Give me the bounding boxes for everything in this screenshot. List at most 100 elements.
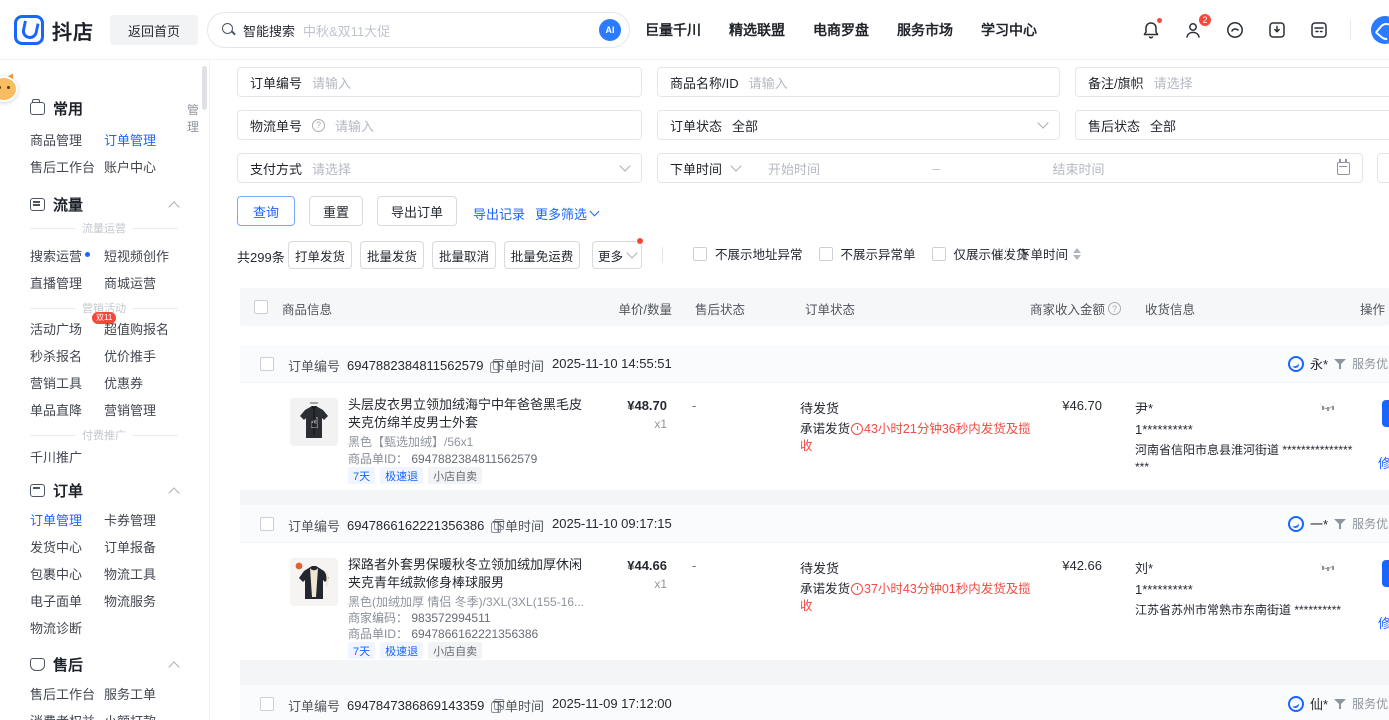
filter-pay-method[interactable]: 支付方式 请选择	[237, 153, 642, 183]
eye-off-icon[interactable]	[1320, 560, 1336, 570]
sidebar-item-marketing-manage[interactable]: 营销管理	[104, 400, 178, 419]
filter-extra-cutoff[interactable]	[1377, 153, 1389, 183]
notification-bell-icon[interactable]	[1140, 19, 1162, 41]
ship-button[interactable]	[1382, 400, 1389, 427]
print-ship-button[interactable]: 打单发货	[288, 241, 352, 269]
buyer-name[interactable]: 仙*	[1310, 694, 1328, 713]
order-checkbox[interactable]	[260, 357, 274, 371]
filter-order-status[interactable]: 订单状态 全部	[657, 110, 1060, 140]
filter-funnel-icon[interactable]	[1334, 358, 1346, 370]
order-checkbox[interactable]	[260, 517, 274, 531]
export-order-button[interactable]: 导出订单	[377, 196, 457, 226]
sidebar-item-service-ticket[interactable]: 服务工单	[104, 684, 178, 703]
batch-cancel-button[interactable]: 批量取消	[432, 241, 496, 269]
nav-compass[interactable]: 电商罗盘	[813, 20, 869, 40]
nav-qianchuan[interactable]: 巨量千川	[645, 20, 701, 40]
storefront-icon[interactable]	[1308, 19, 1330, 41]
sidebar-item-product-manage[interactable]: 商品管理	[30, 130, 104, 149]
sidebar-item-super-value[interactable]: 超值购报名	[104, 319, 178, 338]
sidebar-item-logistics-tools[interactable]: 物流工具	[104, 564, 178, 583]
checkbox-label[interactable]: 不展示地址异常	[715, 244, 803, 263]
more-actions-button[interactable]: 更多	[592, 241, 642, 269]
sidebar-item-package-center[interactable]: 包裹中心	[30, 564, 104, 583]
sidebar-item-aftersale-workbench[interactable]: 售后工作台	[30, 157, 104, 176]
nav-learning[interactable]: 学习中心	[981, 20, 1037, 40]
select-all-checkbox[interactable]	[254, 300, 268, 314]
nav-service-market[interactable]: 服务市场	[897, 20, 953, 40]
filter-remark-flag[interactable]: 备注/旗帜 请选择	[1075, 67, 1389, 97]
filter-tracking-no[interactable]: 物流单号 ? 请输入	[237, 110, 642, 140]
product-title[interactable]: 头层皮衣男立领加绒海宁中年爸爸黑毛皮夹克仿绵羊皮男士外套	[348, 396, 586, 432]
info-icon[interactable]: ?	[1108, 302, 1121, 315]
batch-free-shipping-button[interactable]: 批量免运费	[504, 241, 580, 269]
nav-jingxuan[interactable]: 精选联盟	[729, 20, 785, 40]
sidebar-item-marketing-tools[interactable]: 营销工具	[30, 373, 104, 392]
export-record-link[interactable]: 导出记录	[473, 204, 525, 223]
sidebar-item-e-waybill[interactable]: 电子面单	[30, 591, 104, 610]
ship-button[interactable]	[1382, 560, 1389, 587]
sidebar-item-video-create[interactable]: 短视频创作	[104, 246, 178, 265]
checkbox-label[interactable]: 不展示异常单	[841, 244, 916, 263]
mascot-pet-widget[interactable]	[0, 74, 22, 104]
sidebar-item-consumer-rights[interactable]: 消费者权益	[30, 711, 104, 720]
order-checkbox[interactable]	[260, 697, 274, 711]
reset-button[interactable]: 重置	[309, 196, 363, 226]
sidebar-item-card-coupon[interactable]: 卡券管理	[104, 510, 178, 529]
sidebar-item-qianchuan-promo[interactable]: 千川推广	[30, 447, 104, 466]
filter-funnel-icon[interactable]	[1334, 518, 1346, 530]
sidebar-item-flashsale[interactable]: 秒杀报名	[30, 346, 104, 365]
feige-icon[interactable]	[1288, 356, 1304, 372]
collapse-chevron-icon[interactable]	[168, 201, 179, 212]
contacts-icon[interactable]: 2	[1182, 19, 1204, 41]
sidebar-item-mall-ops[interactable]: 商城运营	[104, 273, 178, 292]
filter-order-no[interactable]: 订单编号 请输入	[237, 67, 642, 97]
filter-aftersale-status[interactable]: 售后状态 全部	[1075, 110, 1389, 140]
sidebar-item-live-manage[interactable]: 直播管理	[30, 273, 104, 292]
sort-order-time[interactable]: 下单时间	[1018, 244, 1081, 263]
feige-icon[interactable]	[1288, 516, 1304, 532]
feige-icon[interactable]	[1288, 696, 1304, 712]
sidebar-item-order-manage2[interactable]: 订单管理	[30, 510, 104, 529]
sidebar-item-account-center[interactable]: 账户中心	[104, 157, 178, 176]
helpdesk-icon[interactable]	[1224, 19, 1246, 41]
filter-product[interactable]: 商品名称/ID 请输入	[657, 67, 1060, 97]
sidebar-item-small-payment[interactable]: 小额打款	[104, 711, 178, 720]
calendar-icon[interactable]	[1337, 162, 1350, 175]
sidebar-item-order-report[interactable]: 订单报备	[104, 537, 178, 556]
product-title[interactable]: 探路者外套男保暖秋冬立领加绒加厚休闲夹克青年绒款修身棒球服男	[348, 556, 586, 592]
manage-link[interactable]: 管理	[187, 101, 199, 135]
collapse-chevron-icon[interactable]	[168, 661, 179, 672]
sidebar-item-activity-plaza[interactable]: 活动广场双11	[30, 319, 104, 338]
feige-chat-icon[interactable]	[1371, 16, 1389, 44]
sidebar-item-search-ops[interactable]: 搜索运营	[30, 246, 104, 265]
ai-badge-icon[interactable]: AI	[599, 19, 621, 41]
back-home-button[interactable]: 返回首页	[110, 15, 198, 45]
buyer-name[interactable]: 一*	[1310, 514, 1328, 533]
sidebar-item-price-cut[interactable]: 单品直降	[30, 400, 104, 419]
query-button[interactable]: 查询	[237, 196, 295, 226]
sidebar-item-logistics-service[interactable]: 物流服务	[104, 591, 178, 610]
more-filter-link[interactable]: 更多筛选	[535, 204, 598, 223]
modify-address-link[interactable]: 修	[1378, 613, 1389, 632]
modify-address-link[interactable]: 修	[1378, 453, 1389, 472]
filter-funnel-icon[interactable]	[1334, 698, 1346, 710]
sidebar-item-logistics-diagnosis[interactable]: 物流诊断	[30, 618, 104, 637]
collapse-chevron-icon[interactable]	[168, 487, 179, 498]
sidebar-item-aftersale-workbench2[interactable]: 售后工作台	[30, 684, 104, 703]
filter-order-time-range[interactable]: 下单时间 开始时间 – 结束时间	[657, 153, 1363, 183]
sidebar-item-shipping-center[interactable]: 发货中心	[30, 537, 104, 556]
sidebar-item-coupon[interactable]: 优惠券	[104, 373, 178, 392]
only-urged-checkbox[interactable]	[932, 247, 946, 261]
sidebar-item-youjia[interactable]: 优价推手	[104, 346, 178, 365]
hide-abnormal-checkbox[interactable]	[819, 247, 833, 261]
help-icon[interactable]: ?	[312, 119, 325, 132]
eye-off-icon[interactable]	[1320, 400, 1336, 410]
sidebar-item-order-manage[interactable]: 订单管理	[104, 130, 178, 149]
buyer-name[interactable]: 永*	[1310, 354, 1328, 373]
download-icon[interactable]	[1266, 19, 1288, 41]
sidebar-scrollbar[interactable]	[202, 66, 207, 110]
product-image[interactable]	[290, 558, 338, 606]
brand-logo[interactable]: 抖店	[14, 15, 94, 45]
hide-addr-abnormal-checkbox[interactable]	[693, 247, 707, 261]
product-image[interactable]: ☝	[290, 398, 338, 446]
